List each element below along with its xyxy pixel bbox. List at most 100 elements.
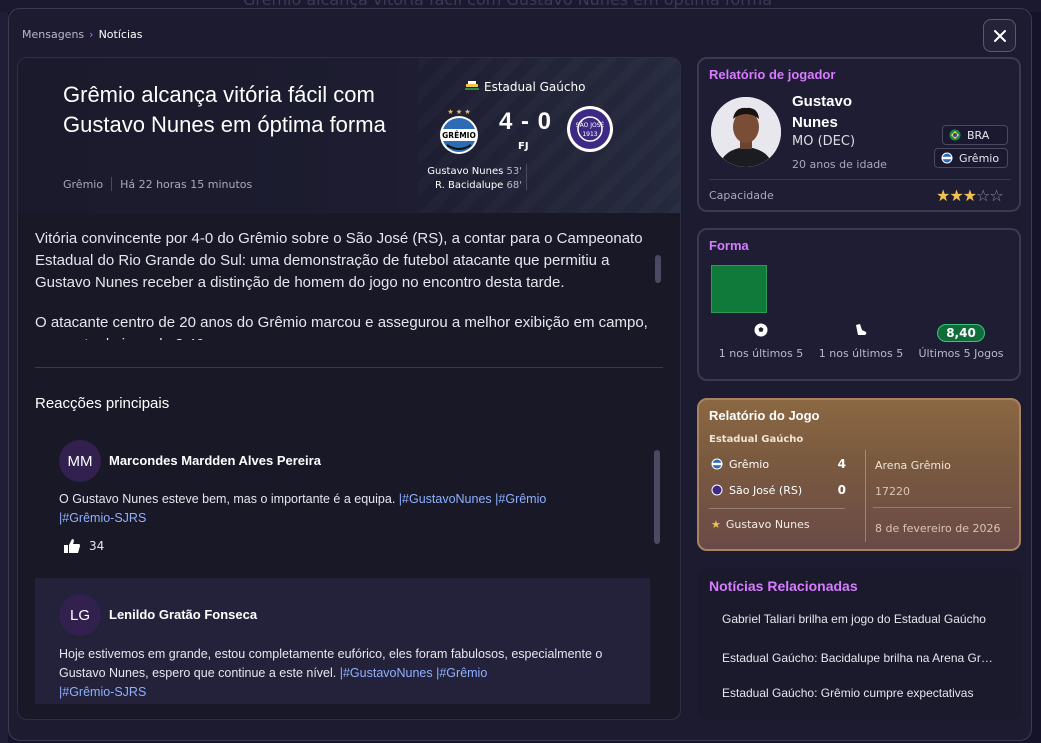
star-empty-icon: ☆	[989, 186, 1003, 205]
reaction-text: O Gustavo Nunes esteve bem, mas o import…	[59, 492, 547, 525]
assists-stat: 1 nos últimos 5	[811, 322, 911, 360]
star-empty-icon: ☆	[976, 186, 990, 205]
player-portrait-icon	[711, 97, 781, 167]
rating-stat: 8,40 Últimos 5 Jogos	[911, 322, 1011, 360]
star-filled-icon: ★	[962, 186, 977, 205]
nationality-badge[interactable]: BRA	[942, 125, 1008, 145]
article-headline: Grêmio alcança vitória fácil com Gustavo…	[63, 82, 386, 137]
reaction-item: LG Lenildo Gratão Fonseca Hoje estivemos…	[35, 578, 650, 704]
ability-label: Capacidade	[709, 189, 774, 202]
ability-stars: ★★★☆☆	[936, 186, 1004, 205]
breadcrumb: Mensagens › Notícias	[22, 28, 142, 41]
competition-label: Estadual Gaúcho	[465, 80, 585, 94]
related-news-panel: Notícias Relacionadas Gabriel Taliari br…	[697, 568, 1021, 720]
man-of-the-match[interactable]: ★ Gustavo Nunes	[711, 518, 810, 531]
player-position: MO (DEC)	[792, 134, 856, 149]
form-result-box[interactable]	[711, 265, 767, 313]
hashtag-link[interactable]: |#GustavoNunes	[340, 666, 433, 680]
player-photo[interactable]	[711, 97, 781, 167]
hashtag-link[interactable]: |#Grêmio	[495, 492, 546, 506]
thumbs-up-icon	[64, 539, 80, 553]
rating-badge: 8,40	[937, 324, 985, 342]
related-news-item[interactable]: Estadual Gaúcho: Grêmio cumpre expectati…	[722, 686, 994, 700]
reaction-author[interactable]: Lenildo Gratão Fonseca	[109, 607, 257, 622]
svg-text:★ ★ ★: ★ ★ ★	[447, 108, 470, 116]
breadcrumb-current: Notícias	[98, 28, 143, 41]
player-report-title: Relatório de jogador	[709, 67, 836, 82]
gremio-badge-icon[interactable]: ★ ★ ★ GRÊMIO	[437, 107, 481, 155]
competition-icon	[465, 81, 479, 90]
related-news-item[interactable]: Estadual Gaúcho: Bacidalupe brilha na Ar…	[722, 651, 994, 665]
scorer-row: R. Bacidalupe 68'	[435, 180, 522, 191]
close-button[interactable]	[983, 19, 1016, 52]
svg-text:1913: 1913	[582, 131, 597, 138]
article-panel: Grêmio alcança vitória fácil com Gustavo…	[17, 57, 681, 720]
match-attendance: 17220	[875, 485, 910, 498]
scorer-row: Gustavo Nunes 53'	[427, 166, 522, 177]
away-score: 0	[837, 483, 846, 497]
star-filled-icon: ★	[949, 186, 963, 205]
match-report-title: Relatório do Jogo	[709, 408, 820, 423]
avatar[interactable]: LG	[59, 594, 101, 636]
hashtag-link[interactable]: |#GustavoNunes	[399, 492, 492, 506]
reaction-author[interactable]: Marcondes Mardden Alves Pereira	[109, 453, 321, 468]
home-team-name: Grêmio	[729, 457, 770, 471]
gremio-club-icon	[941, 152, 953, 164]
article-body[interactable]: Vitória convincente por 4-0 do Grêmio so…	[35, 228, 655, 340]
hashtag-link[interactable]: |#Grêmio-SJRS	[59, 685, 146, 699]
related-news-item[interactable]: Gabriel Taliari brilha em jogo do Estadu…	[722, 612, 994, 626]
meta-divider	[111, 177, 113, 191]
article-source: Grêmio	[63, 177, 104, 191]
related-news-title: Notícias Relacionadas	[709, 578, 858, 594]
reaction-item: MM Marcondes Mardden Alves Pereira O Gus…	[35, 430, 650, 560]
chevron-right-icon: ›	[89, 28, 94, 41]
player-age: 20 anos de idade	[792, 158, 887, 171]
home-score: 4	[837, 457, 846, 471]
away-team-row[interactable]: São José (RS) 0	[711, 483, 846, 497]
card-divider	[873, 507, 1011, 508]
goals-stat: 1 nos últimos 5	[711, 322, 811, 360]
close-icon	[993, 29, 1006, 42]
football-icon	[754, 323, 768, 337]
article-scrollbar[interactable]	[655, 255, 661, 283]
player-report-card[interactable]: Relatório de jogador Gustavo Nunes MO (D…	[697, 57, 1021, 212]
player-name[interactable]: Gustavo Nunes	[792, 91, 882, 133]
club-badge[interactable]: Grêmio	[934, 148, 1008, 168]
reaction-text: Hoje estivemos em grande, estou completa…	[59, 647, 603, 699]
gremio-club-icon	[711, 458, 723, 470]
brazil-flag-icon	[949, 129, 961, 141]
match-competition: Estadual Gaúcho	[709, 434, 804, 445]
hashtag-link[interactable]: |#Grêmio-SJRS	[59, 511, 146, 525]
section-divider	[35, 367, 663, 368]
home-team-row[interactable]: Grêmio 4	[711, 457, 846, 471]
competition-name: Estadual Gaúcho	[484, 80, 586, 94]
svg-text:SÃO JOSÉ: SÃO JOSÉ	[576, 121, 605, 129]
reactions-scrollbar[interactable]	[654, 450, 660, 544]
likes-count: 34	[89, 539, 105, 553]
match-venue: Arena Grêmio	[875, 459, 951, 472]
breadcrumb-parent[interactable]: Mensagens	[22, 28, 84, 41]
assists-label: 1 nos últimos 5	[818, 347, 904, 360]
background-edge	[0, 12, 8, 743]
match-status: FJ	[518, 141, 529, 152]
avatar[interactable]: MM	[59, 440, 101, 482]
scorers-list: Gustavo Nunes 53' R. Bacidalupe 68'	[418, 165, 522, 193]
scorers-divider	[526, 164, 527, 190]
star-filled-icon: ★	[936, 186, 950, 205]
star-icon: ★	[711, 518, 721, 531]
match-score: 4 - 0	[499, 108, 553, 135]
rating-label: Últimos 5 Jogos	[918, 347, 1004, 360]
goals-label: 1 nos últimos 5	[718, 347, 804, 360]
sao-jose-badge-icon[interactable]: SÃO JOSÉ 1913	[566, 105, 614, 153]
form-card[interactable]: Forma 1 nos últimos 5 1 nos últimos 5 8,…	[697, 228, 1021, 381]
article-hero: Grêmio alcança vitória fácil com Gustavo…	[18, 58, 680, 213]
match-report-card[interactable]: Relatório do Jogo Estadual Gaúcho Grêmio…	[697, 398, 1021, 551]
card-divider	[709, 179, 1011, 180]
form-title: Forma	[709, 238, 749, 253]
article-meta: Grêmio Há 22 horas 15 minutos	[63, 177, 252, 191]
match-date: 8 de fevereiro de 2026	[875, 522, 1001, 535]
article-paragraph: O atacante centro de 20 anos do Grêmio m…	[35, 314, 648, 340]
hashtag-link[interactable]: |#Grêmio	[436, 666, 487, 680]
likes-button[interactable]: 34	[63, 538, 104, 554]
card-vertical-divider	[865, 450, 866, 542]
